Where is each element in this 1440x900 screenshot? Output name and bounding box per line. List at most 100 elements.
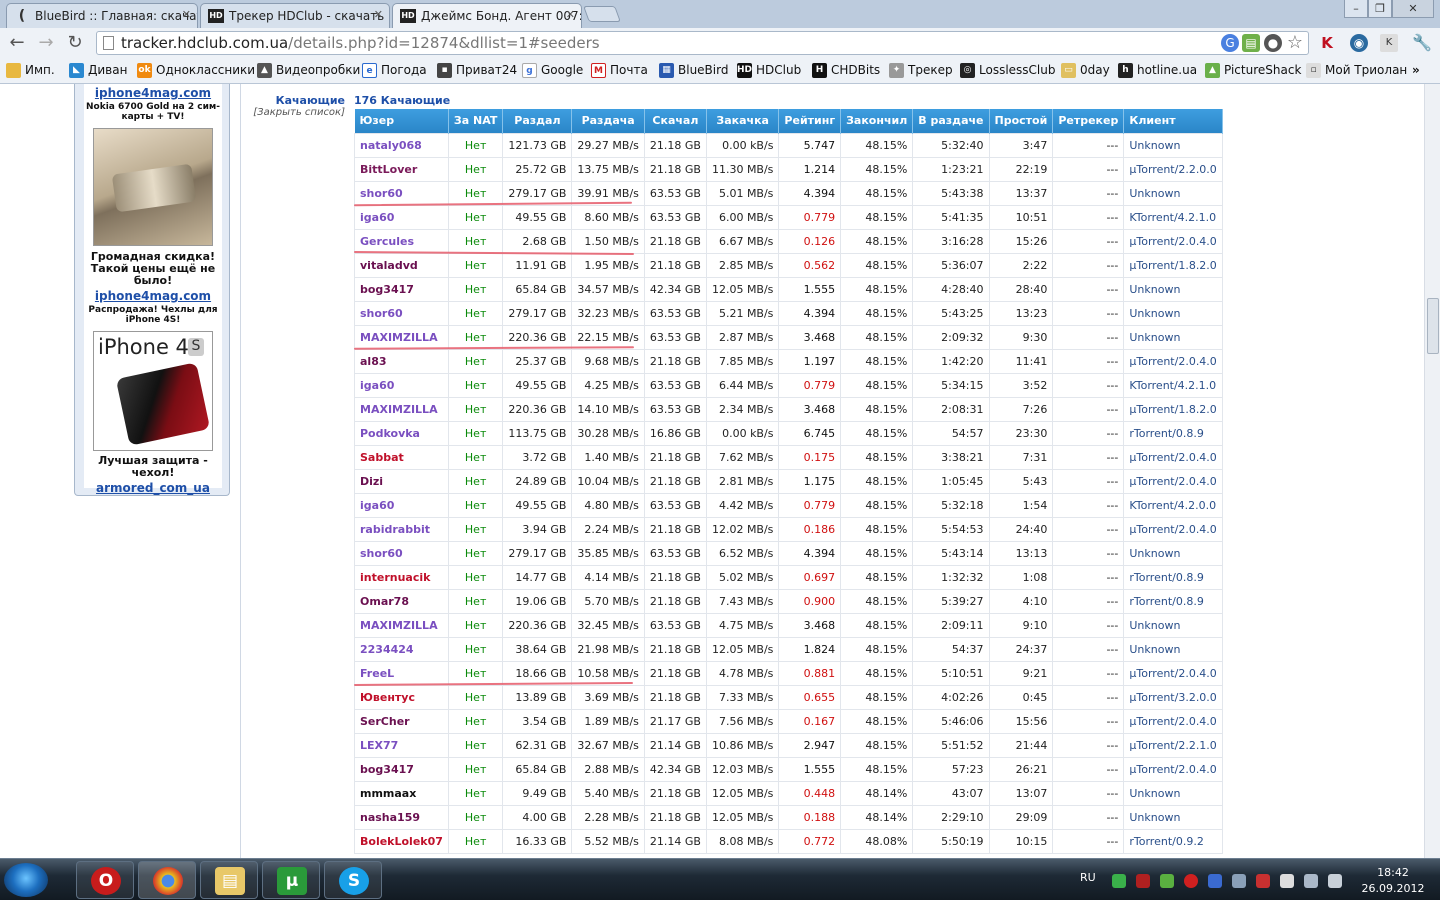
clock-time[interactable]: 18:42 — [1360, 866, 1426, 879]
peer-username[interactable]: iga60 — [354, 204, 449, 230]
column-header-idle[interactable]: Простой — [989, 109, 1054, 133]
column-header-download-speed[interactable]: Закачка — [706, 109, 780, 133]
taskbar-explorer[interactable]: ▤ — [200, 861, 258, 899]
bookmark-hotline[interactable]: h hotline.ua — [1118, 62, 1197, 79]
peer-username[interactable]: FreeL — [354, 660, 449, 686]
peer-username[interactable]: BolekLolek07 — [354, 828, 449, 854]
bookmark-hdclub[interactable]: HD HDClub — [737, 62, 801, 79]
back-arrow-icon[interactable]: ← — [6, 32, 28, 54]
bookmark-moy-triolan[interactable]: ▫ Мой Триолан — [1306, 62, 1407, 79]
bookmark-privat24[interactable]: ▪ Приват24 — [437, 62, 517, 79]
maximize-button[interactable]: ❐ — [1368, 0, 1392, 18]
bookmark-pictureshack[interactable]: ▲ PictureShack — [1205, 62, 1301, 79]
peer-username[interactable]: Podkovka — [354, 420, 449, 446]
peer-username[interactable]: shor60 — [354, 300, 449, 326]
tray-network-status-icon[interactable] — [1304, 874, 1318, 888]
wrench-icon[interactable]: 🔧 — [1412, 34, 1432, 52]
ad-link-iphone4mag[interactable]: iphone4mag.com — [84, 289, 222, 303]
bookmark-losslessclub[interactable]: ◎ LosslessClub — [960, 62, 1055, 79]
column-header-upload-speed[interactable]: Раздача — [571, 109, 645, 133]
k-extension-icon[interactable]: K — [1380, 34, 1398, 52]
new-tab-button[interactable] — [583, 6, 621, 22]
peer-username[interactable]: MAXIMZILLA — [354, 324, 449, 350]
iphone-case-image[interactable]: iPhone 4 S — [93, 331, 213, 451]
ad-link-armored[interactable]: armored_com_ua — [84, 481, 222, 495]
tab-james-bond[interactable]: HD Джеймс Бонд. Агент 007: ✕ — [392, 3, 582, 28]
bookmark-imp[interactable]: Имп. — [6, 62, 55, 79]
tray-update-icon[interactable] — [1160, 874, 1174, 888]
taskbar-utorrent[interactable]: µ — [262, 861, 320, 899]
close-window-button[interactable]: ✕ — [1392, 0, 1434, 18]
peer-username[interactable]: 2234424 — [354, 636, 449, 662]
bookmark-videoprobki[interactable]: ▲ Видеопробки — [257, 62, 360, 79]
bookmark-treker[interactable]: ✦ Трекер — [889, 62, 953, 79]
peer-username[interactable]: bog3417 — [354, 756, 449, 782]
star-icon[interactable]: ☆ — [1286, 34, 1304, 52]
minimize-button[interactable]: – — [1344, 0, 1368, 18]
taskbar-chrome[interactable] — [138, 861, 196, 899]
peer-username[interactable]: vitaladvd — [354, 252, 449, 278]
close-icon[interactable]: ✕ — [182, 8, 191, 21]
tab-hdclub-tracker[interactable]: HD Трекер HDClub - скачать ✕ — [200, 3, 390, 28]
tray-network-icon[interactable] — [1112, 874, 1126, 888]
start-button-icon[interactable] — [4, 863, 48, 897]
tray-volume-icon[interactable] — [1328, 874, 1342, 888]
peer-username[interactable]: al83 — [354, 348, 449, 374]
tray-flag-icon[interactable] — [1256, 874, 1270, 888]
bookmark-0day[interactable]: ▭ 0day — [1061, 62, 1110, 79]
address-bar[interactable]: tracker.hdclub.com.ua/details.php?id=128… — [96, 31, 1309, 55]
column-header-nat[interactable]: За NAT — [448, 109, 504, 133]
peer-username[interactable]: SerCher — [354, 708, 449, 734]
column-header-user[interactable]: Юзер — [354, 109, 449, 133]
antivirus-icon[interactable]: K — [1318, 34, 1336, 52]
taskbar-skype[interactable]: S — [324, 861, 382, 899]
peer-username[interactable]: iga60 — [354, 372, 449, 398]
column-header-seeding-time[interactable]: В раздаче — [912, 109, 990, 133]
peer-username[interactable]: MAXIMZILLA — [354, 396, 449, 422]
bookmark-odnoklassniki[interactable]: ok Одноклассники — [137, 62, 255, 79]
peer-username[interactable]: LEX77 — [354, 732, 449, 758]
tray-bluetooth-icon[interactable] — [1208, 874, 1222, 888]
globe-icon[interactable]: ◉ — [1350, 34, 1368, 52]
peer-username[interactable]: rabidrabbit — [354, 516, 449, 542]
ad-link-iphone4mag[interactable]: iphone4mag.com — [84, 86, 222, 100]
column-header-uploaded[interactable]: Раздал — [502, 109, 573, 133]
clock-date[interactable]: 26.09.2012 — [1360, 882, 1426, 895]
reload-icon[interactable]: ↻ — [64, 32, 86, 54]
column-header-client[interactable]: Клиент — [1123, 109, 1223, 133]
column-header-ratio[interactable]: Рейтинг — [778, 109, 842, 133]
peer-username[interactable]: shor60 — [354, 540, 449, 566]
column-header-completed[interactable]: Закончил — [840, 109, 914, 133]
peer-username[interactable]: Gercules — [354, 228, 449, 254]
bookmarks-overflow-icon[interactable]: » — [1412, 62, 1420, 79]
bookmark-divan[interactable]: ◣ Диван — [69, 62, 127, 79]
tray-power-icon[interactable] — [1280, 874, 1294, 888]
peer-username[interactable]: BittLover — [354, 156, 449, 182]
forward-arrow-icon[interactable]: → — [35, 32, 57, 54]
peer-username[interactable]: nataly068 — [354, 132, 449, 158]
lightbulb-icon[interactable]: ● — [1264, 34, 1282, 52]
tray-antivirus-icon[interactable] — [1136, 874, 1150, 888]
extension-icon[interactable]: ▤ — [1242, 34, 1260, 52]
tab-bluebird[interactable]: ( BlueBird :: Главная: скачать ✕ — [6, 3, 198, 28]
language-indicator[interactable]: RU — [1080, 871, 1096, 884]
peer-username[interactable]: iga60 — [354, 492, 449, 518]
peer-username[interactable]: mmmaax — [354, 780, 449, 806]
bookmark-pogoda[interactable]: e Погода — [362, 62, 427, 79]
column-header-retracker[interactable]: Ретрекер — [1052, 109, 1125, 133]
peer-username[interactable]: bog3417 — [354, 276, 449, 302]
peer-username[interactable]: MAXIMZILLA — [354, 612, 449, 638]
close-list-link[interactable]: [Закрыть список] — [241, 107, 345, 118]
close-icon[interactable]: ✕ — [566, 8, 575, 21]
tray-display-icon[interactable] — [1232, 874, 1246, 888]
bookmark-pochta[interactable]: M Почта — [591, 62, 648, 79]
nokia-phone-image[interactable] — [93, 128, 213, 246]
bookmark-google[interactable]: g Google — [522, 62, 583, 79]
translate-icon[interactable]: G — [1221, 34, 1239, 52]
peer-username[interactable]: Dizi — [354, 468, 449, 494]
tray-opera-icon[interactable] — [1184, 874, 1198, 888]
peer-username[interactable]: shor60 — [354, 180, 449, 206]
peer-username[interactable]: Sabbat — [354, 444, 449, 470]
bookmark-chdbits[interactable]: H CHDBits — [812, 62, 880, 79]
scrollbar-thumb[interactable] — [1427, 298, 1439, 354]
